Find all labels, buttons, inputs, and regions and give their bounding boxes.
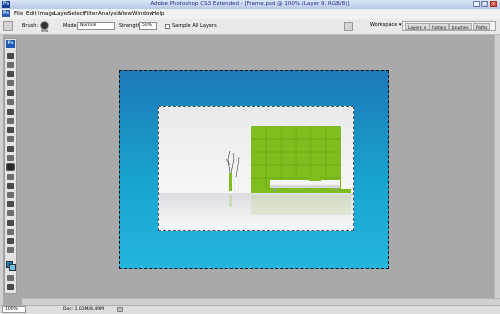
clone-stamp-tool-icon[interactable] bbox=[7, 127, 14, 133]
type-tool-icon[interactable] bbox=[7, 192, 14, 198]
tab-paths[interactable]: Paths bbox=[473, 23, 491, 30]
path-selection-tool-icon[interactable] bbox=[7, 201, 14, 207]
brush-tool-icon[interactable] bbox=[7, 118, 14, 124]
menu-edit[interactable]: Edit bbox=[26, 10, 37, 18]
background-color-swatch[interactable] bbox=[9, 264, 16, 271]
zoom-tool-icon[interactable] bbox=[7, 247, 14, 253]
tab-history[interactable]: history bbox=[429, 23, 450, 30]
close-button[interactable]: x bbox=[490, 1, 497, 7]
tab-brushes[interactable]: brushes bbox=[449, 23, 472, 30]
interior-photo[interactable] bbox=[158, 106, 354, 231]
menu-select[interactable]: Select bbox=[68, 10, 85, 18]
sample-all-layers-checkbox[interactable] bbox=[165, 24, 170, 29]
brush-label: Brush: bbox=[22, 23, 39, 29]
finger-tool-icon[interactable] bbox=[3, 21, 13, 31]
maximize-button[interactable]: □ bbox=[481, 1, 488, 7]
quick-mask-icon[interactable] bbox=[7, 275, 14, 281]
panel-toggle-icon[interactable] bbox=[344, 22, 353, 31]
panel-well: Layers × history brushes Paths bbox=[402, 21, 496, 31]
healing-brush-tool-icon[interactable] bbox=[7, 109, 14, 115]
vertical-scrollbar[interactable] bbox=[494, 35, 500, 298]
eyedropper-tool-icon[interactable] bbox=[7, 229, 14, 235]
menu-analysis[interactable]: Analysis bbox=[98, 10, 121, 18]
strength-input[interactable]: 50% bbox=[139, 22, 157, 30]
brush-size: 900 bbox=[41, 28, 49, 33]
pen-tool-icon[interactable] bbox=[7, 183, 14, 189]
move-tool-icon[interactable] bbox=[7, 53, 14, 59]
slice-tool-icon[interactable] bbox=[7, 99, 14, 105]
dodge-tool-icon[interactable] bbox=[7, 174, 14, 180]
app-menu-icon[interactable]: Ps bbox=[2, 10, 10, 17]
photoshop-badge-icon: Ps bbox=[6, 40, 15, 48]
eraser-tool-icon[interactable] bbox=[7, 146, 14, 152]
interior-photo-image bbox=[159, 107, 353, 230]
horizontal-scrollbar[interactable] bbox=[22, 298, 500, 305]
sample-all-layers-label: Sample All Layers bbox=[172, 23, 217, 29]
window-title: Adobe Photoshop CS3 Extended - [Frame.ps… bbox=[150, 1, 350, 7]
magic-wand-tool-icon[interactable] bbox=[7, 80, 14, 86]
mode-select[interactable]: Normal bbox=[77, 22, 115, 30]
menu-file[interactable]: File bbox=[14, 10, 23, 18]
menu-image[interactable]: Image bbox=[38, 10, 55, 18]
workspace-menu[interactable]: Workspace ▾ bbox=[370, 22, 401, 30]
history-brush-tool-icon[interactable] bbox=[7, 136, 14, 142]
minimize-button[interactable]: _ bbox=[473, 1, 480, 7]
menu-view[interactable]: View bbox=[119, 10, 132, 18]
dock-strip bbox=[0, 35, 3, 306]
status-menu-arrow-icon[interactable] bbox=[117, 307, 123, 312]
smudge-tool-icon[interactable] bbox=[6, 163, 15, 171]
crop-tool-icon[interactable] bbox=[7, 90, 14, 96]
hand-tool-icon[interactable] bbox=[7, 238, 14, 244]
notes-tool-icon[interactable] bbox=[7, 220, 14, 226]
zoom-level-field[interactable]: 100% bbox=[2, 306, 26, 313]
gradient-tool-icon[interactable] bbox=[7, 155, 14, 161]
shape-tool-icon[interactable] bbox=[7, 210, 14, 216]
toolbox: Ps bbox=[4, 38, 17, 294]
options-bar: Brush: 900 Mode: Normal Strength: 50% Sa… bbox=[0, 19, 500, 35]
tab-layers[interactable]: Layers × bbox=[405, 23, 430, 30]
screen-mode-icon[interactable] bbox=[7, 284, 14, 290]
lasso-tool-icon[interactable] bbox=[7, 71, 14, 77]
menu-window[interactable]: Window bbox=[132, 10, 154, 18]
menu-filter[interactable]: Filter bbox=[84, 10, 98, 18]
marquee-tool-icon[interactable] bbox=[7, 62, 14, 68]
menu-help[interactable]: Help bbox=[152, 10, 165, 18]
title-bar: Ps Adobe Photoshop CS3 Extended - [Frame… bbox=[0, 0, 500, 9]
